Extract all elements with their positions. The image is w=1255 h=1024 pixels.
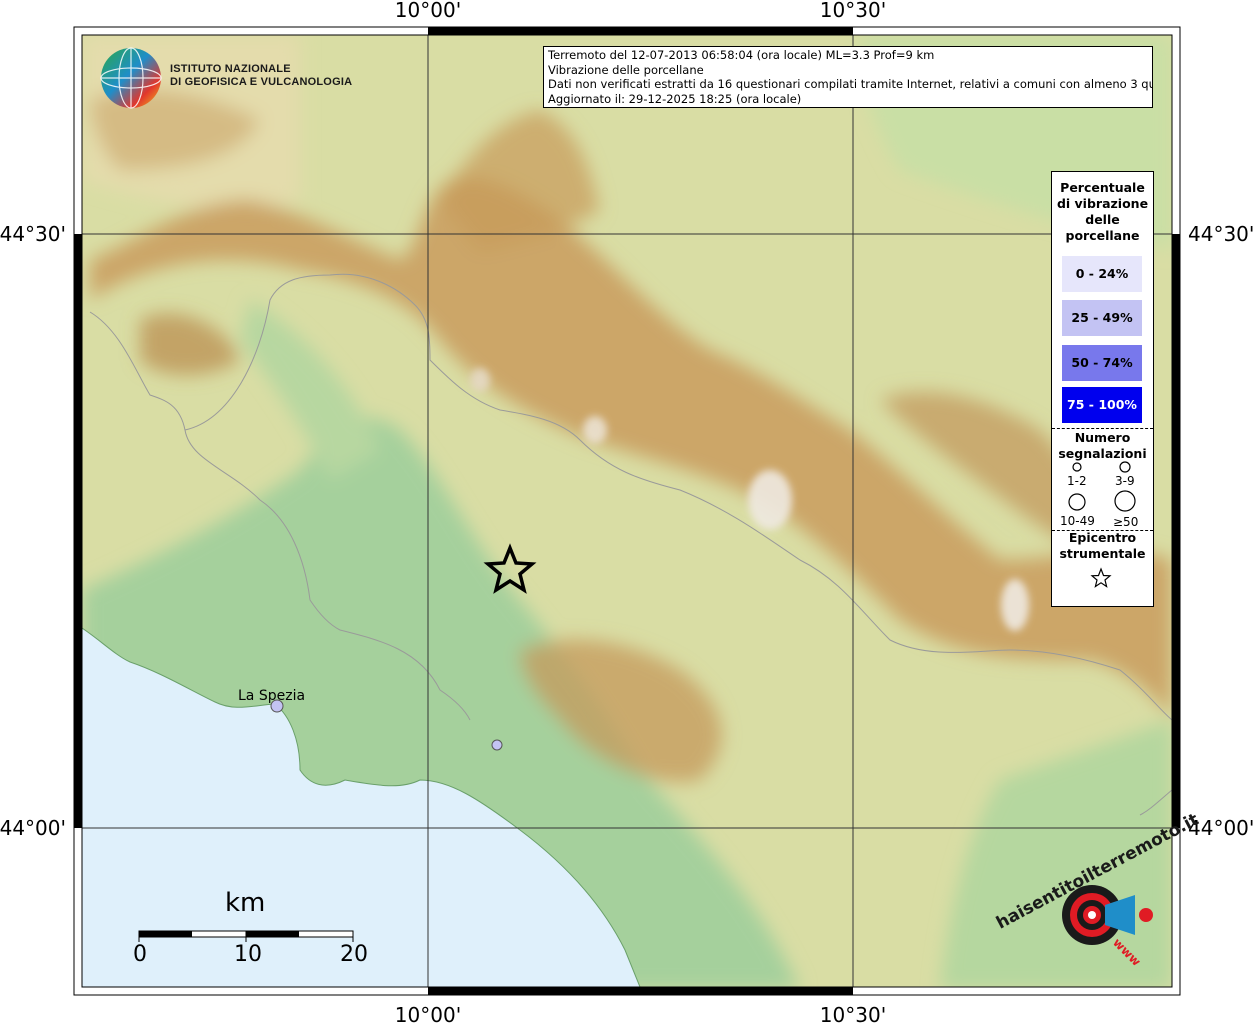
terrain-layer (82, 35, 1172, 987)
legend-bin-25-49: 25 - 49% (1062, 300, 1142, 336)
scale-label: 20 (340, 942, 368, 967)
size-large-icon (1068, 493, 1086, 511)
scale-label: 10 (234, 942, 262, 967)
size-label: 1-2 (1067, 474, 1087, 488)
ingv-logo-text: ISTITUTO NAZIONALE DI GEOFISICA E VULCAN… (170, 63, 352, 89)
legend-bin-75-100: 75 - 100% (1062, 387, 1142, 423)
city-label: La Spezia (238, 688, 306, 704)
scale-label: 0 (133, 942, 147, 967)
size-label: ≥50 (1113, 515, 1139, 529)
left-lat-label: 44°30' (0, 222, 66, 246)
top-lon-label: 10°00' (395, 0, 461, 22)
legend-divider (1052, 428, 1153, 429)
map-parameter: Vibrazione delle porcellane (548, 62, 704, 77)
bottom-lon-label: 10°00' (395, 1003, 461, 1024)
event-title: Terremoto del 12-07-2013 06:58:04 (ora l… (548, 48, 935, 62)
update-time: Aggiornato il: 29-12-2025 18:25 (ora loc… (548, 91, 802, 106)
size-label: 3-9 (1115, 474, 1135, 488)
legend-star (1090, 567, 1112, 588)
data-note: Dati non verificati estratti da 16 quest… (548, 77, 1153, 91)
logo-line-2: DI GEOFISICA E VULCANOLOGIA (170, 76, 353, 88)
ingv-logo-icon (100, 47, 162, 109)
logo-line-1: ISTITUTO NAZIONALE (170, 63, 291, 75)
size-xlarge-icon (1114, 490, 1136, 512)
legend-panel: Percentuale di vibrazione delle porcella… (1051, 171, 1154, 607)
right-lat-label: 44°30' (1188, 222, 1254, 246)
legend-star-icon (1090, 567, 1112, 588)
town-marker[interactable] (491, 739, 503, 751)
size-medium-icon (1119, 461, 1131, 473)
size-label: 10-49 (1060, 514, 1095, 528)
top-lon-label: 10°30' (820, 0, 886, 22)
event-info-box: Terremoto del 12-07-2013 06:58:04 (ora l… (543, 46, 1153, 108)
size-small-icon (1072, 462, 1082, 472)
scale-unit: km (225, 888, 266, 918)
legend-title: Percentuale di vibrazione delle porcella… (1056, 180, 1149, 243)
legend-bin-0-24: 0 - 24% (1062, 256, 1142, 292)
left-lat-label: 44°00' (0, 816, 66, 840)
legend-bin-50-74: 50 - 74% (1062, 345, 1142, 381)
bottom-lon-label: 10°30' (820, 1003, 886, 1024)
epicenter-title: Epicentro strumentale (1059, 530, 1146, 561)
